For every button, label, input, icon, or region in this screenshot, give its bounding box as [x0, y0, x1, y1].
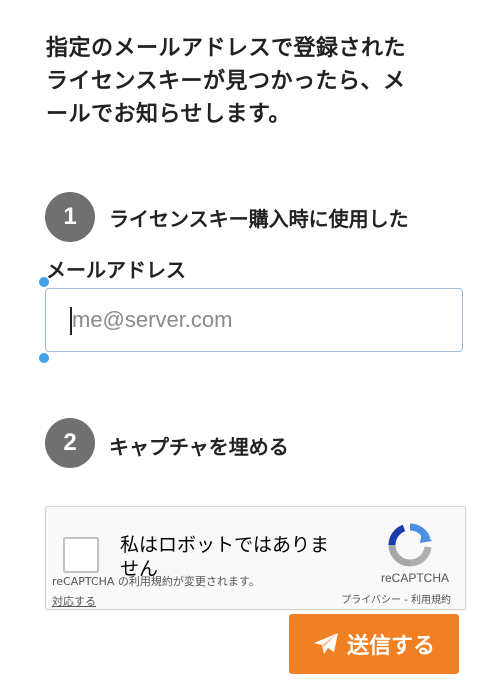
intro-line-2: ライセンスキーが見つかったら、メ: [46, 69, 406, 94]
intro-text: 指定のメールアドレスで登録された ライセンスキーが見つかったら、メ ールでお知ら…: [46, 32, 456, 131]
step-1-badge: 1: [45, 192, 95, 242]
recaptcha-privacy-terms[interactable]: プライバシー - 利用規約: [341, 591, 451, 606]
recaptcha-brand: reCAPTCHA: [380, 571, 449, 585]
selection-handle-bottom[interactable]: [39, 353, 49, 363]
license-lookup-form: 指定のメールアドレスで登録された ライセンスキーが見つかったら、メ ールでお知ら…: [0, 0, 488, 695]
step-2-title: キャプチャを埋める: [109, 435, 289, 459]
recaptcha-widget: 私はロボットではありません reCAPTCHA の利用規約が変更されます。 対応…: [45, 506, 466, 610]
recaptcha-tos-link[interactable]: 対応する: [52, 593, 96, 609]
paper-plane-icon: [313, 633, 338, 654]
email-field-container[interactable]: [45, 288, 463, 352]
email-input[interactable]: [46, 289, 462, 351]
step-1-title: ライセンスキー購入時に使用した: [109, 207, 409, 231]
submit-button[interactable]: 送信する: [289, 614, 459, 674]
step-1-title-continued: メールアドレス: [46, 258, 186, 282]
submit-label: 送信する: [346, 634, 435, 659]
recaptcha-checkbox[interactable]: [63, 537, 99, 573]
recaptcha-logo-icon: [388, 523, 432, 567]
step-2-badge: 2: [45, 418, 95, 468]
recaptcha-tos-notice: reCAPTCHA の利用規約が変更されます。: [52, 575, 260, 588]
intro-line-1: 指定のメールアドレスで登録された: [46, 36, 407, 61]
text-caret: [70, 307, 72, 335]
intro-line-3: ールでお知らせします。: [46, 102, 291, 127]
selection-handle-top[interactable]: [39, 277, 49, 287]
